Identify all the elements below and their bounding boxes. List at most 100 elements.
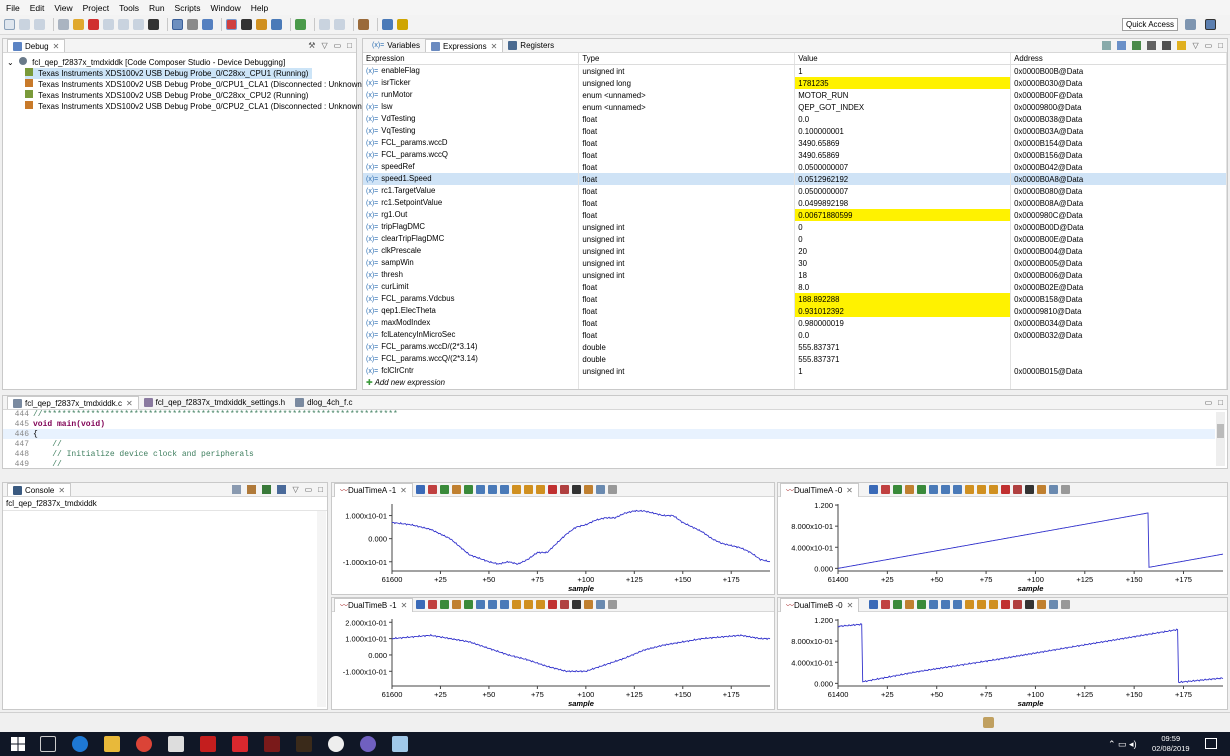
measure-icon[interactable] <box>1025 485 1034 494</box>
close-icon[interactable]: ✕ <box>847 601 854 610</box>
sync-icon[interactable] <box>977 485 986 494</box>
expression-row[interactable]: (x)= lsw enum <unnamed> QEP_GOT_INDEX 0x0000… <box>363 101 1227 113</box>
forward-icon[interactable] <box>334 19 345 30</box>
expression-row[interactable]: (x)= sampWin unsigned int 30 0x0000B005@Data <box>363 257 1227 269</box>
step-return-icon[interactable] <box>133 19 144 30</box>
back-icon[interactable] <box>319 19 330 30</box>
value-cell[interactable]: 18 <box>794 269 1012 281</box>
menu-file[interactable]: File <box>6 3 20 13</box>
menu-view[interactable]: View <box>54 3 72 13</box>
display-properties-icon[interactable] <box>869 485 878 494</box>
menu-edit[interactable]: Edit <box>30 3 45 13</box>
export-icon[interactable] <box>893 485 902 494</box>
step-over-icon[interactable] <box>118 19 129 30</box>
value-cell[interactable]: 1781235 <box>794 77 1012 89</box>
reset-zoom-icon[interactable] <box>500 600 509 609</box>
expression-name-cell[interactable]: (x)= maxModIndex <box>363 317 580 329</box>
address-cell[interactable]: 0x0000B02E@Data <box>1010 281 1227 293</box>
clear-icon[interactable] <box>1001 600 1010 609</box>
expression-name-cell[interactable]: (x)= sampWin <box>363 257 580 269</box>
tab-graph[interactable]: 〰 DualTimeA -0 ✕ <box>780 483 859 497</box>
expression-row[interactable]: (x)= thresh unsigned int 18 0x0000B006@Data <box>363 269 1227 281</box>
expression-row[interactable]: (x)= enableFlag unsigned int 1 0x0000B00B@Da… <box>363 64 1227 77</box>
expression-row[interactable]: (x)= fclLatencyInMicroSec float 0.0 0x0000B0… <box>363 329 1227 341</box>
refresh-icon[interactable] <box>1177 41 1187 50</box>
value-cell[interactable]: 1 <box>794 365 1012 377</box>
type-cell[interactable]: float <box>578 137 796 149</box>
view-menu-icon[interactable] <box>1061 485 1070 494</box>
expression-row[interactable]: (x)= VdTesting float 0.0 0x0000B038@Data <box>363 113 1227 125</box>
debug-target-cpu1[interactable]: Texas Instruments XDS100v2 USB Debug Pro… <box>25 68 313 79</box>
address-cell[interactable]: 0x0000B08A@Data <box>1010 197 1227 209</box>
debug-session-root[interactable]: ⌄ fcl_qep_f2837x_tmdxiddk [Code Composer… <box>7 57 285 68</box>
perspective-icon[interactable] <box>1185 19 1196 30</box>
minimize-icon[interactable]: ▭ <box>305 485 313 494</box>
delete-icon[interactable] <box>1013 600 1022 609</box>
address-cell[interactable]: 0x0000B080@Data <box>1010 185 1227 197</box>
expression-name-cell[interactable]: (x)= clkPrescale <box>363 245 580 257</box>
address-cell[interactable]: 0x0000B042@Data <box>1010 161 1227 173</box>
tab-variables[interactable]: (x)= Variables <box>367 39 425 52</box>
freeze-icon[interactable] <box>989 485 998 494</box>
address-cell[interactable]: 0x0000B0A8@Data <box>1010 173 1227 185</box>
expression-row[interactable]: (x)= FCL_params.Vdcbus float 188.892288 0x00… <box>363 293 1227 305</box>
column-header[interactable]: Expression <box>363 53 580 65</box>
type-cell[interactable]: float <box>578 173 796 185</box>
expression-name-cell[interactable]: (x)= runMotor <box>363 89 580 101</box>
value-cell[interactable]: 0.00671880599 <box>794 209 1012 221</box>
expression-name-cell[interactable]: (x)= VdTesting <box>363 113 580 125</box>
type-cell[interactable]: float <box>578 185 796 197</box>
expression-row[interactable]: (x)= clkPrescale unsigned int 20 0x0000B004@… <box>363 245 1227 257</box>
step-icon[interactable] <box>58 19 69 30</box>
reset-zoom-icon[interactable] <box>953 600 962 609</box>
type-cell[interactable]: enum <unnamed> <box>578 101 796 113</box>
add-expression-cell[interactable]: ✚ Add new expression <box>363 377 580 389</box>
zoom-in-icon[interactable] <box>929 600 938 609</box>
continuous-refresh-icon[interactable] <box>965 600 974 609</box>
expression-name-cell[interactable]: (x)= FCL_params.wccD <box>363 137 580 149</box>
minimize-icon[interactable]: ▭ <box>1205 41 1213 50</box>
value-cell[interactable]: MOTOR_RUN <box>794 89 1012 101</box>
continuous-refresh-icon[interactable] <box>965 485 974 494</box>
refresh-icon[interactable] <box>917 600 926 609</box>
plot-area[interactable]: 2.000x10-01 1.000x10-01 0.000 -1.000x10-01 6… <box>332 613 774 710</box>
zoom-out-icon[interactable] <box>941 600 950 609</box>
zoom-out-icon[interactable] <box>488 600 497 609</box>
value-cell[interactable]: 0 <box>794 221 1012 233</box>
debug-view-icon[interactable] <box>172 19 183 30</box>
expression-name-cell[interactable]: (x)= enableFlag <box>363 64 580 77</box>
value-cell[interactable]: 0.0500000007 <box>794 161 1012 173</box>
view-menu-icon[interactable]: ▽ <box>292 485 298 494</box>
expression-name-cell[interactable]: (x)= lsw <box>363 101 580 113</box>
expression-row[interactable]: (x)= FCL_params.wccD/(2*3.14) double 555.83… <box>363 341 1227 353</box>
zoom-in-icon[interactable] <box>476 485 485 494</box>
maximize-icon[interactable]: □ <box>347 41 352 50</box>
freeze-icon[interactable] <box>536 485 545 494</box>
address-cell[interactable]: 0x0000B00E@Data <box>1010 233 1227 245</box>
expression-name-cell[interactable]: (x)= FCL_params.Vdcbus <box>363 293 580 305</box>
freeze-icon[interactable] <box>989 600 998 609</box>
type-cell[interactable]: float <box>578 305 796 317</box>
type-cell[interactable]: unsigned int <box>578 64 796 77</box>
value-cell[interactable]: 30 <box>794 257 1012 269</box>
expression-name-cell[interactable]: (x)= fclLatencyInMicroSec <box>363 329 580 341</box>
expression-name-cell[interactable]: (x)= FCL_params.wccD/(2*3.14) <box>363 341 580 353</box>
menu-tools[interactable]: Tools <box>119 3 139 13</box>
address-cell[interactable]: 0x0000B03A@Data <box>1010 125 1227 137</box>
value-cell[interactable]: 555.837371 <box>794 341 1012 353</box>
minimize-icon[interactable]: ▭ <box>334 41 342 50</box>
display-properties-icon[interactable] <box>416 600 425 609</box>
collapse-icon[interactable] <box>1102 41 1112 50</box>
marker-icon[interactable] <box>584 485 593 494</box>
expression-name-cell[interactable]: (x)= fclClrCntr <box>363 365 580 377</box>
expression-name-cell[interactable]: (x)= curLimit <box>363 281 580 293</box>
zoom-out-icon[interactable] <box>941 485 950 494</box>
display-properties-icon[interactable] <box>869 600 878 609</box>
layout-icon[interactable] <box>1117 41 1127 50</box>
type-cell[interactable]: float <box>578 209 796 221</box>
expression-row[interactable]: (x)= tripFlagDMC unsigned int 0 0x0000B00D@D… <box>363 221 1227 233</box>
type-cell[interactable]: float <box>578 149 796 161</box>
value-cell[interactable]: 20 <box>794 245 1012 257</box>
debug-icon[interactable] <box>202 19 213 30</box>
marker-icon[interactable] <box>397 19 408 30</box>
